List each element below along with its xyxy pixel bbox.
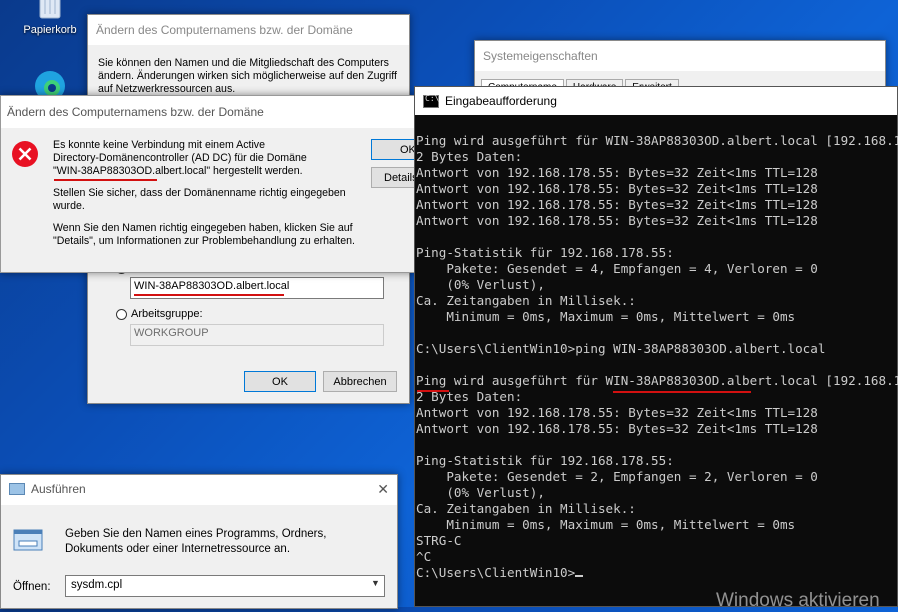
- domain-field-annotation: [134, 294, 284, 296]
- cmd-line: Antwort von 192.168.178.55: Bytes=32 Zei…: [416, 405, 818, 420]
- command-prompt-window[interactable]: C:\ Eingabeaufforderung Ping wird ausgef…: [414, 86, 898, 607]
- recycle-bin-icon: [32, 0, 68, 22]
- error-domain-annotation: [54, 179, 157, 181]
- error-message-quoted: "WIN-38AP88303OD.albert.local" hergestel…: [53, 165, 303, 177]
- cmd-output: Ping wird ausgeführt für WIN-38AP88303OD…: [415, 117, 898, 607]
- cmd-icon: C:\: [423, 94, 439, 108]
- cmd-ping-annotation: [417, 390, 449, 392]
- cmd-line: Antwort von 192.168.178.55: Bytes=32 Zei…: [416, 421, 818, 436]
- run-description: Geben Sie den Namen eines Programms, Ord…: [65, 528, 327, 555]
- recycle-bin[interactable]: Papierkorb: [14, 0, 86, 36]
- cmd-line: Pakete: Gesendet = 4, Empfangen = 4, Ver…: [416, 261, 818, 276]
- cmd-line: Antwort von 192.168.178.55: Bytes=32 Zei…: [416, 181, 818, 196]
- workgroup-field-value: WORKGROUP: [134, 327, 209, 339]
- cmd-cursor: [575, 575, 584, 577]
- error-message: Es konnte keine Verbindung mit einem Act…: [53, 139, 363, 248]
- cmd-line: (0% Verlust),: [416, 485, 545, 500]
- cmd-line: (0% Verlust),: [416, 277, 545, 292]
- cmd-line: Ping wird ausgeführt für WIN-38AP88303OD…: [416, 373, 898, 388]
- workgroup-label: Arbeitsgruppe:: [131, 308, 203, 320]
- rename-cancel-button[interactable]: Abbrechen: [323, 371, 397, 392]
- run-open-value: sysdm.cpl: [71, 579, 123, 591]
- recycle-bin-label: Papierkorb: [23, 24, 77, 36]
- error-message-line2: Directory-Domänencontroller (AD DC) für …: [53, 152, 307, 164]
- cmd-line: C:\Users\ClientWin10>: [416, 565, 576, 580]
- error-message-check: Stellen Sie sicher, dass der Domänenname…: [53, 187, 346, 212]
- run-close-icon[interactable]: ✕: [377, 481, 389, 498]
- cmd-line: 2 Bytes Daten:: [416, 149, 523, 164]
- run-open-label: Öffnen:: [13, 581, 51, 593]
- system-properties-title: Systemeigenschaften: [483, 49, 598, 63]
- cmd-line: Antwort von 192.168.178.55: Bytes=32 Zei…: [416, 165, 818, 180]
- rename-dialog-title: Ändern des Computernamens bzw. der Domän…: [96, 23, 353, 37]
- error-icon: [11, 140, 39, 171]
- error-message-details: Wenn Sie den Namen richtig eingegeben ha…: [53, 222, 355, 247]
- cmd-title: Eingabeaufforderung: [445, 94, 557, 108]
- run-title-icon: [9, 483, 25, 495]
- system-properties-titlebar: Systemeigenschaften: [475, 41, 885, 71]
- run-title: Ausführen: [31, 482, 86, 496]
- cmd-line: Minimum = 0ms, Maximum = 0ms, Mittelwert…: [416, 517, 796, 532]
- cmd-line: Minimum = 0ms, Maximum = 0ms, Mittelwert…: [416, 309, 796, 324]
- run-program-icon: [13, 529, 45, 558]
- cmd-line: STRG-C: [416, 533, 462, 548]
- run-titlebar: Ausführen: [1, 475, 397, 503]
- rename-dialog-titlebar: Ändern des Computernamens bzw. der Domän…: [88, 15, 409, 45]
- run-open-field[interactable]: sysdm.cpl: [65, 575, 385, 597]
- cmd-line: ^C: [416, 549, 432, 564]
- activation-watermark: Windows aktivieren: [716, 590, 880, 611]
- cmd-line: Ca. Zeitangaben in Millisek.:: [416, 501, 636, 516]
- cmd-line: Antwort von 192.168.178.55: Bytes=32 Zei…: [416, 213, 818, 228]
- error-dialog-titlebar: Ändern des Computernamens bzw. der Domän…: [1, 96, 417, 128]
- workgroup-field: WORKGROUP: [130, 324, 384, 346]
- cmd-output-text: Ping wird ausgeführt für WIN-38AP88303OD…: [415, 117, 898, 581]
- cmd-line: Pakete: Gesendet = 2, Empfangen = 2, Ver…: [416, 469, 818, 484]
- cmd-line: Ca. Zeitangaben in Millisek.:: [416, 293, 636, 308]
- run-dropdown-icon[interactable]: ▼: [371, 578, 380, 588]
- cmd-hostname-annotation: [613, 391, 751, 393]
- cmd-line: Ping-Statistik für 192.168.178.55:: [416, 453, 674, 468]
- cmd-line: C:\Users\ClientWin10>ping WIN-38AP88303O…: [416, 341, 826, 356]
- domain-field-value: WIN-38AP88303OD.albert.local: [134, 280, 290, 292]
- cmd-line: Ping wird ausgeführt für WIN-38AP88303OD…: [416, 133, 898, 148]
- cmd-line: Ping-Statistik für 192.168.178.55:: [416, 245, 674, 260]
- run-dialog: Ausführen ✕ Geben Sie den Namen eines Pr…: [0, 474, 398, 609]
- error-message-line1: Es konnte keine Verbindung mit einem Act…: [53, 139, 265, 151]
- cmd-line: Antwort von 192.168.178.55: Bytes=32 Zei…: [416, 197, 818, 212]
- rename-ok-button[interactable]: OK: [244, 371, 316, 392]
- cmd-titlebar: C:\ Eingabeaufforderung: [415, 87, 897, 115]
- domain-error-dialog: Ändern des Computernamens bzw. der Domän…: [0, 95, 431, 273]
- workgroup-radio[interactable]: [116, 309, 127, 320]
- rename-dialog-intro: Sie können den Namen und die Mitgliedsch…: [98, 57, 397, 95]
- error-dialog-title: Ändern des Computernamens bzw. der Domän…: [7, 105, 264, 119]
